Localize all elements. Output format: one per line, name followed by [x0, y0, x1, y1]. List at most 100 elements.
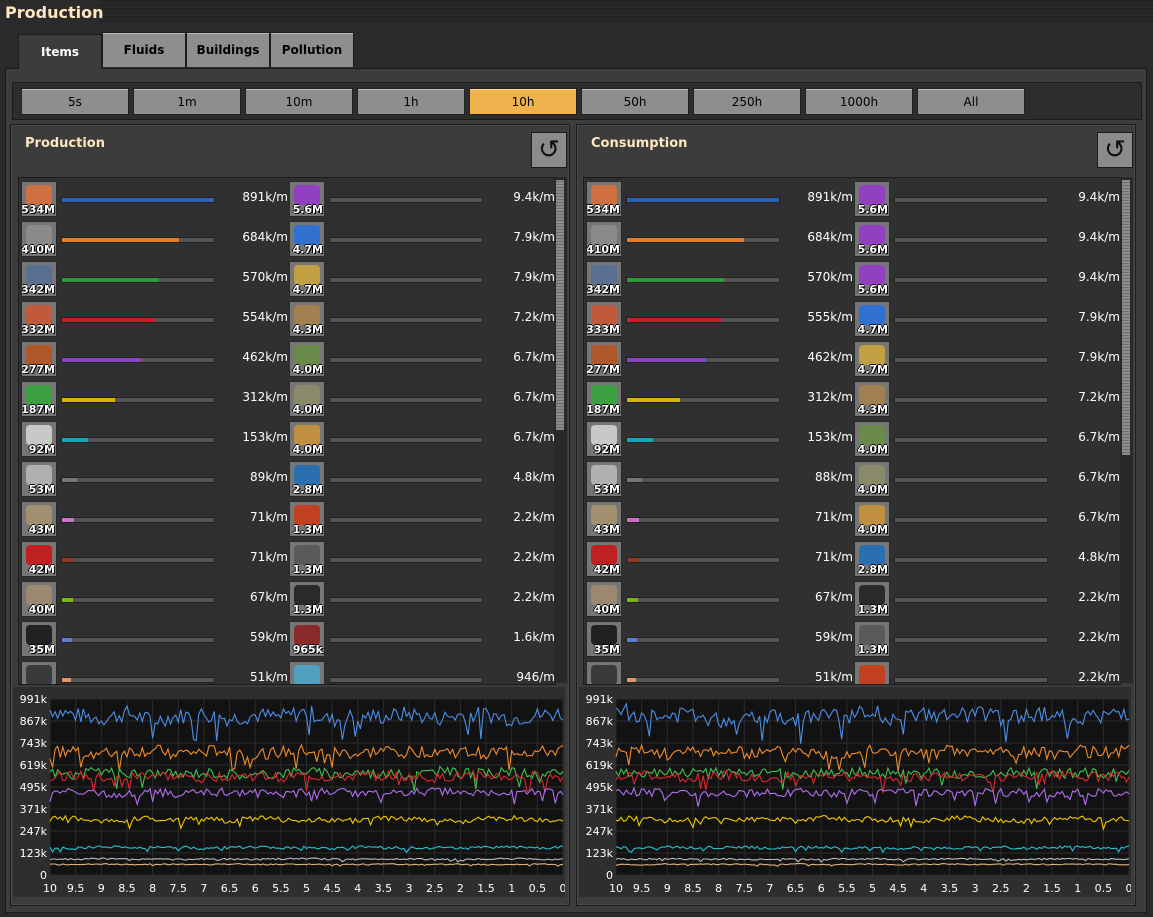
x-tick-label: 8.5	[118, 882, 136, 895]
item-row-stone-brick[interactable]: 51k/m	[19, 658, 288, 684]
item-row-electronic-circuit[interactable]: 187M 312k/m	[19, 378, 288, 418]
rate-bar-fill	[62, 478, 78, 482]
item-row-copper-cable[interactable]: 534M 891k/m	[584, 178, 853, 218]
consumption-reset-button[interactable]: ↺	[1097, 132, 1133, 168]
item-row-speed-module[interactable]: 946/m	[287, 658, 555, 684]
item-row-stone-brick[interactable]: 51k/m	[584, 658, 853, 684]
production-scrollbar-thumb[interactable]	[556, 180, 564, 430]
item-row-inserter[interactable]: 4.0M 6.7k/m	[287, 418, 555, 458]
item-row-iron-plate[interactable]: 92M 153k/m	[584, 418, 853, 458]
consumption-scrollbar-thumb[interactable]	[1122, 180, 1130, 455]
item-row-iron-gear-wheel[interactable]: 43M 71k/m	[19, 498, 288, 538]
item-row-stone[interactable]: 410M 684k/m	[19, 218, 288, 258]
x-tick-label: 7.5	[170, 882, 188, 895]
rate-bar	[894, 477, 1048, 483]
rate-bar-fill	[627, 438, 653, 442]
titlebar-drag-handle[interactable]	[100, 0, 1153, 24]
item-row-rail[interactable]: 40M 67k/m	[584, 578, 853, 618]
item-row-barrel[interactable]: 1.3M 2.2k/m	[852, 578, 1120, 618]
item-row-solar-panel[interactable]: 4.0M 6.7k/m	[852, 458, 1120, 498]
timeframe-250h[interactable]: 250h	[693, 88, 801, 115]
iron-gear-wheel-icon: 43M	[586, 501, 622, 537]
item-row-military-science-pack[interactable]: 4.7M 7.9k/m	[287, 258, 555, 298]
timeframe-5s[interactable]: 5s	[21, 88, 129, 115]
item-row-rocket[interactable]: 4.3M 7.2k/m	[287, 298, 555, 338]
item-row-iron-plate[interactable]: 92M 153k/m	[19, 418, 288, 458]
item-row-low-density-structure[interactable]: 4.0M 6.7k/m	[852, 418, 1120, 458]
item-row-advanced-circuit[interactable]: 42M 71k/m	[19, 538, 288, 578]
tab-pollution[interactable]: Pollution	[270, 32, 354, 67]
item-row-science-pack[interactable]: 5.6M 9.4k/m	[287, 178, 555, 218]
rate-bar	[61, 637, 215, 643]
stone-brick-icon	[586, 661, 622, 684]
timeframe-all[interactable]: All	[917, 88, 1025, 115]
item-count: 4.0M	[857, 523, 888, 536]
item-row-rocket-fuel[interactable]: 1.3M 2.2k/m	[287, 498, 555, 538]
item-count: 965k	[292, 643, 323, 656]
item-row-low-density-structure[interactable]: 4.0M 6.7k/m	[287, 338, 555, 378]
rate-bar	[329, 237, 483, 243]
iron-plate-icon: 92M	[586, 421, 622, 457]
item-row-iron-gear-wheel[interactable]: 43M 71k/m	[584, 498, 853, 538]
item-row-copper-plate[interactable]: 333M 555k/m	[584, 298, 853, 338]
item-row-science-pack[interactable]: 5.6M 9.4k/m	[852, 218, 1120, 258]
timeframe-10m[interactable]: 10m	[245, 88, 353, 115]
item-rate: 59k/m	[250, 630, 288, 644]
item-row-science-pack[interactable]: 5.6M 9.4k/m	[852, 178, 1120, 218]
item-row-copper-plate[interactable]: 332M 554k/m	[19, 298, 288, 338]
item-row-engine[interactable]: 1.3M 2.2k/m	[287, 538, 555, 578]
item-row-iron-ore[interactable]: 342M 570k/m	[19, 258, 288, 298]
iron-ore-glyph	[591, 265, 617, 285]
timeframe-1000h[interactable]: 1000h	[805, 88, 913, 115]
item-rate: 4.8k/m	[1078, 550, 1120, 564]
consumption-scrollbar[interactable]	[1120, 177, 1133, 683]
item-row-stone[interactable]: 410M 684k/m	[584, 218, 853, 258]
item-row-science-pack[interactable]: 5.6M 9.4k/m	[852, 258, 1120, 298]
item-row-electronic-circuit[interactable]: 187M 312k/m	[584, 378, 853, 418]
item-row-military-science-pack[interactable]: 4.7M 7.9k/m	[852, 338, 1120, 378]
speed-module-icon	[289, 661, 325, 684]
item-row-rocket[interactable]: 4.3M 7.2k/m	[852, 378, 1120, 418]
item-row-iron-stick[interactable]: 53M 89k/m	[19, 458, 288, 498]
item-row-copper-ore[interactable]: 277M 462k/m	[19, 338, 288, 378]
item-rate: 2.2k/m	[1078, 630, 1120, 644]
list-row: 342M 570k/m 5.6M 9.4k/m	[584, 258, 1120, 298]
rate-bar	[61, 597, 215, 603]
item-row-copper-ore[interactable]: 277M 462k/m	[584, 338, 853, 378]
item-row-rail[interactable]: 40M 67k/m	[19, 578, 288, 618]
tab-buildings[interactable]: Buildings	[186, 32, 270, 67]
rate-bar	[626, 317, 780, 323]
production-scrollbar[interactable]	[554, 177, 567, 683]
item-row-grenade[interactable]: 965k 1.6k/m	[287, 618, 555, 658]
item-row-processing-unit[interactable]: 2.8M 4.8k/m	[287, 458, 555, 498]
timeframe-1h[interactable]: 1h	[357, 88, 465, 115]
tab-items[interactable]: Items	[18, 34, 102, 69]
item-row-iron-ore[interactable]: 342M 570k/m	[584, 258, 853, 298]
timeframe-10h[interactable]: 10h	[469, 88, 577, 115]
utility-science-pack-glyph	[859, 305, 885, 325]
item-row-coal[interactable]: 35M 59k/m	[584, 618, 853, 658]
item-row-barrel[interactable]: 1.3M 2.2k/m	[287, 578, 555, 618]
item-row-iron-stick[interactable]: 53M 88k/m	[584, 458, 853, 498]
rate-bar	[894, 277, 1048, 283]
item-count: 42M	[593, 563, 620, 576]
item-row-processing-unit[interactable]: 2.8M 4.8k/m	[852, 538, 1120, 578]
production-reset-button[interactable]: ↺	[531, 132, 567, 168]
item-row-copper-cable[interactable]: 534M 891k/m	[19, 178, 288, 218]
item-row-inserter[interactable]: 4.0M 6.7k/m	[852, 498, 1120, 538]
item-row-coal[interactable]: 35M 59k/m	[19, 618, 288, 658]
solar-panel-glyph	[859, 465, 885, 485]
item-row-rocket-fuel[interactable]: 2.2k/m	[852, 658, 1120, 684]
item-row-solar-panel[interactable]: 4.0M 6.7k/m	[287, 378, 555, 418]
item-row-utility-science-pack[interactable]: 4.7M 7.9k/m	[287, 218, 555, 258]
x-tick-label: 6.5	[221, 882, 239, 895]
item-row-advanced-circuit[interactable]: 42M 71k/m	[584, 538, 853, 578]
timeframe-1m[interactable]: 1m	[133, 88, 241, 115]
item-row-engine[interactable]: 1.3M 2.2k/m	[852, 618, 1120, 658]
item-rate: 2.2k/m	[513, 550, 555, 564]
tab-fluids[interactable]: Fluids	[102, 32, 186, 67]
item-row-utility-science-pack[interactable]: 4.7M 7.9k/m	[852, 298, 1120, 338]
x-tick-label: 7.5	[736, 882, 754, 895]
timeframe-50h[interactable]: 50h	[581, 88, 689, 115]
item-rate: 88k/m	[815, 470, 853, 484]
